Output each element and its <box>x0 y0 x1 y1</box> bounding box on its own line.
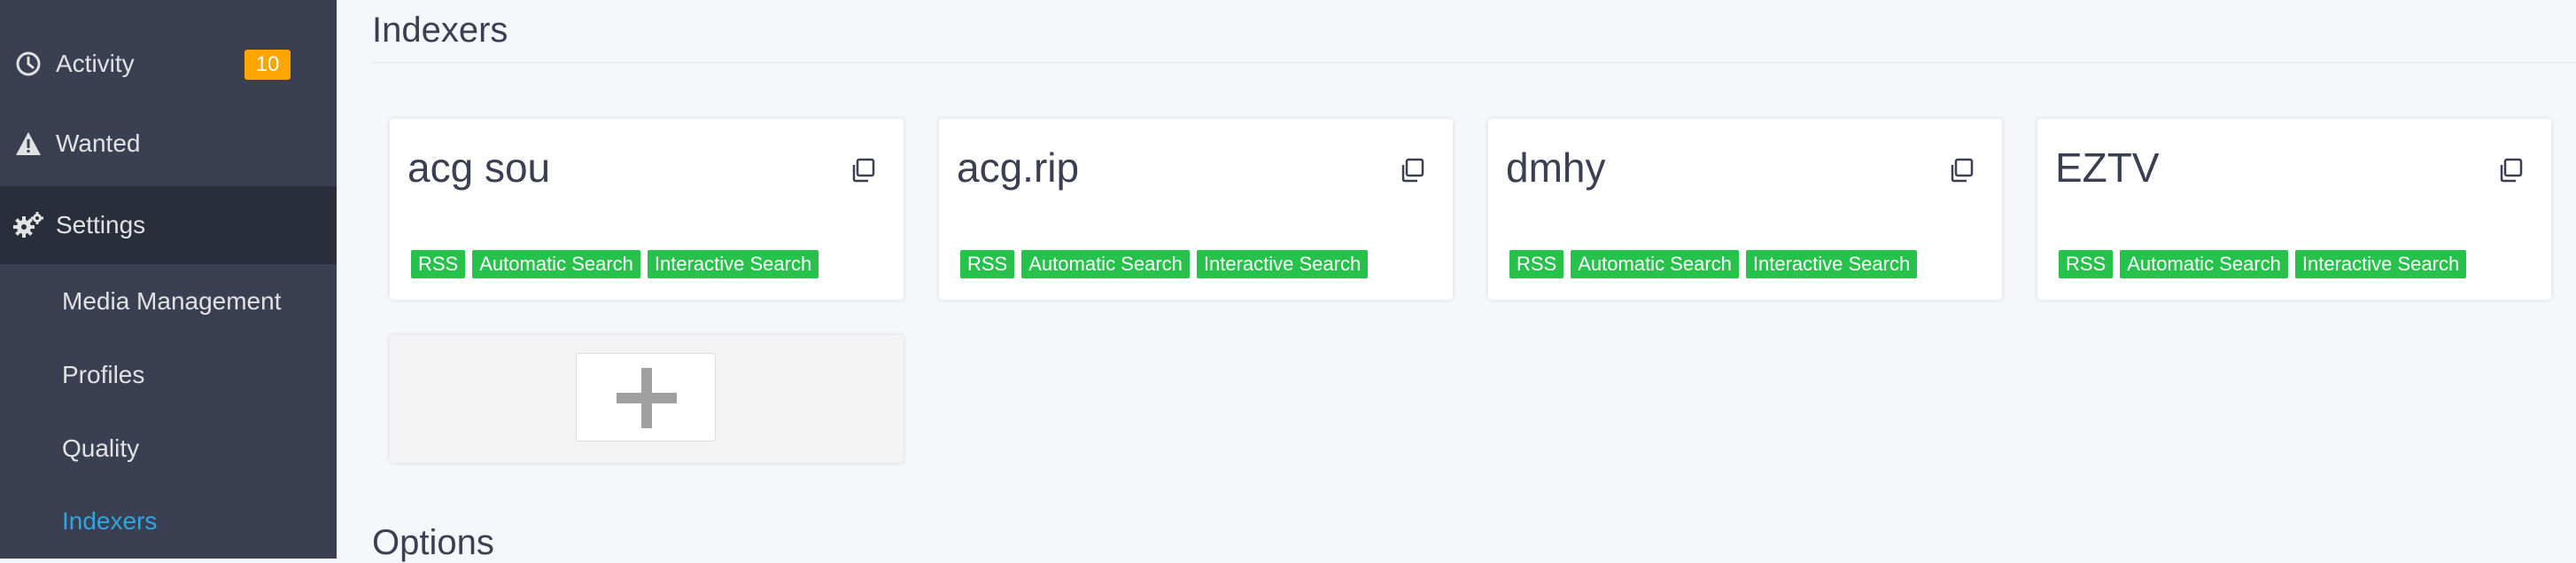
activity-count-badge: 10 <box>244 50 291 80</box>
indexer-card[interactable]: acg.rip RSS Automatic Search Interactive… <box>939 119 1453 300</box>
page-title: Indexers <box>372 11 508 50</box>
clone-icon[interactable] <box>850 158 875 183</box>
sidebar-item-label: Activity <box>56 50 135 77</box>
sidebar-subitem-media-management[interactable]: Media Management <box>62 287 281 316</box>
title-divider <box>372 62 2576 63</box>
automatic-search-tag: Automatic Search <box>2120 250 2288 278</box>
interactive-search-tag: Interactive Search <box>1745 250 1918 278</box>
indexer-card[interactable]: EZTV RSS Automatic Search Interactive Se… <box>2037 119 2551 300</box>
indexer-name: EZTV <box>2055 145 2160 191</box>
indexer-tags: RSS Automatic Search Interactive Search <box>2059 250 2467 278</box>
sidebar-subitem-indexers[interactable]: Indexers <box>62 507 157 536</box>
gears-icon <box>12 209 44 241</box>
indexer-tags: RSS Automatic Search Interactive Search <box>1509 250 1918 278</box>
indexer-name: acg sou <box>407 145 551 191</box>
warning-icon <box>12 128 44 160</box>
rss-tag: RSS <box>411 250 466 278</box>
interactive-search-tag: Interactive Search <box>647 250 819 278</box>
plus-icon <box>617 368 677 428</box>
sidebar-item-label: Settings <box>56 211 146 238</box>
interactive-search-tag: Interactive Search <box>1196 250 1369 278</box>
rss-tag: RSS <box>2059 250 2114 278</box>
indexer-tags: RSS Automatic Search Interactive Search <box>411 250 819 278</box>
options-section-title: Options <box>372 523 494 562</box>
rss-tag: RSS <box>960 250 1015 278</box>
sidebar-item-label: Wanted <box>56 129 141 157</box>
sidebar: Activity 10 Wanted Settings Media Manage… <box>0 0 337 559</box>
sidebar-item-activity[interactable]: Activity 10 <box>0 35 337 92</box>
indexer-tags: RSS Automatic Search Interactive Search <box>960 250 1369 278</box>
rss-tag: RSS <box>1509 250 1564 278</box>
clone-icon[interactable] <box>1949 158 1974 183</box>
sidebar-item-settings[interactable]: Settings <box>0 186 337 264</box>
indexer-card[interactable]: acg sou RSS Automatic Search Interactive… <box>390 119 904 300</box>
automatic-search-tag: Automatic Search <box>1021 250 1190 278</box>
automatic-search-tag: Automatic Search <box>1571 250 1739 278</box>
indexer-name: acg.rip <box>957 145 1080 191</box>
sidebar-subitem-quality[interactable]: Quality <box>62 434 139 463</box>
automatic-search-tag: Automatic Search <box>472 250 640 278</box>
interactive-search-tag: Interactive Search <box>2294 250 2467 278</box>
add-indexer-card <box>390 335 904 463</box>
sidebar-subitem-profiles[interactable]: Profiles <box>62 361 144 389</box>
sidebar-item-wanted[interactable]: Wanted <box>0 115 337 172</box>
indexer-card[interactable]: dmhy RSS Automatic Search Interactive Se… <box>1488 119 2002 300</box>
clone-icon[interactable] <box>1400 158 1424 183</box>
add-indexer-button[interactable] <box>576 353 716 442</box>
clone-icon[interactable] <box>2498 158 2523 183</box>
clock-icon <box>12 48 44 80</box>
indexer-name: dmhy <box>1506 145 1606 191</box>
